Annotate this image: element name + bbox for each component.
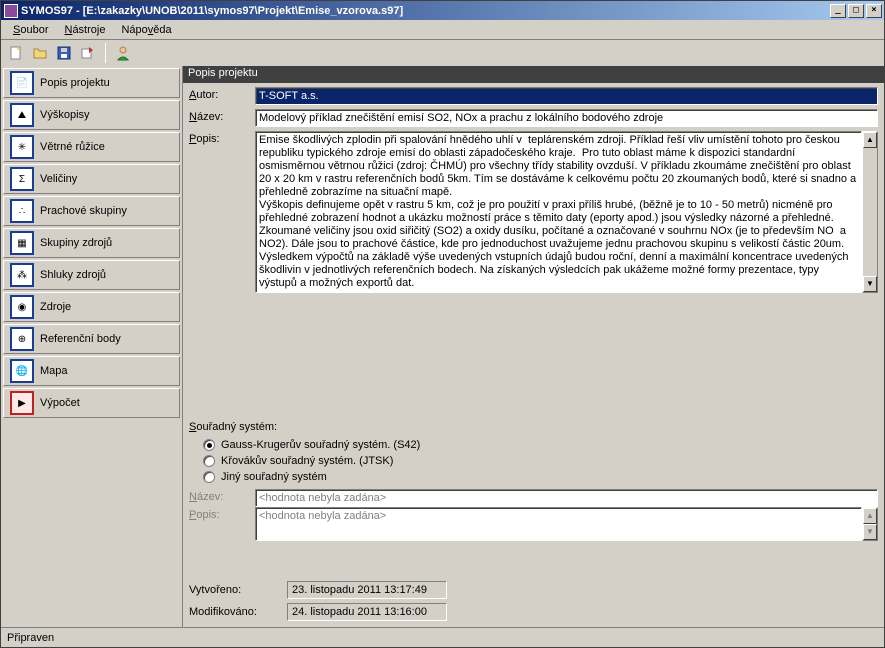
modified-label: Modifikováno: <box>189 606 279 618</box>
sidebar: 📄 Popis projektu ⛰ Výškopisy ✳ Větrné rů… <box>1 66 183 627</box>
author-input[interactable]: T-SOFT a.s. <box>255 87 878 105</box>
windrose-icon: ✳ <box>10 135 34 159</box>
radio-icon <box>203 471 215 483</box>
sidebar-item-popis-projektu[interactable]: 📄 Popis projektu <box>3 68 180 98</box>
terrain-icon: ⛰ <box>10 103 34 127</box>
sidebar-item-label: Shluky zdrojů <box>40 269 106 281</box>
created-value: 23. listopadu 2011 13:17:49 <box>287 581 447 599</box>
sidebar-item-label: Veličiny <box>40 173 77 185</box>
sidebar-item-prachove-skupiny[interactable]: ∴ Prachové skupiny <box>3 196 180 226</box>
radio-label: Křovákův souřadný systém. (JTSK) <box>221 455 393 467</box>
sidebar-item-label: Referenční body <box>40 333 121 345</box>
app-window: SYMOS97 - [E:\zakazky\UNOB\2011\symos97\… <box>0 0 885 648</box>
menu-soubor[interactable]: Soubor <box>5 22 56 38</box>
scroll-down-icon[interactable]: ▼ <box>863 276 877 292</box>
map-icon: 🌐 <box>10 359 34 383</box>
sidebar-item-mapa[interactable]: 🌐 Mapa <box>3 356 180 386</box>
radio-krovak[interactable]: Křovákův souřadný systém. (JTSK) <box>203 453 878 469</box>
sidebar-item-vypocet[interactable]: ▶ Výpočet <box>3 388 180 418</box>
sidebar-item-label: Prachové skupiny <box>40 205 127 217</box>
sidebar-item-referencni-body[interactable]: ⊕ Referenční body <box>3 324 180 354</box>
radio-label: Jiný souřadný systém <box>221 471 327 483</box>
scroll-up-icon[interactable]: ▲ <box>863 132 877 148</box>
coord-desc-label: Popis: <box>189 507 249 521</box>
sidebar-item-vyskopisy[interactable]: ⛰ Výškopisy <box>3 100 180 130</box>
name-label: Název: <box>189 109 249 123</box>
sidebar-item-label: Skupiny zdrojů <box>40 237 112 249</box>
statusbar: Připraven <box>1 627 884 647</box>
sidebar-item-skupiny-zdroju[interactable]: ▦ Skupiny zdrojů <box>3 228 180 258</box>
sidebar-item-shluky-zdroju[interactable]: ⁂ Shluky zdrojů <box>3 260 180 290</box>
coord-group-label: Souřadný systém: <box>189 421 878 433</box>
toolbar-new-icon[interactable] <box>5 42 27 64</box>
menu-napoveda[interactable]: Nápověda <box>113 22 179 38</box>
scroll-up-icon: ▲ <box>863 508 877 524</box>
toolbar-user-icon[interactable] <box>112 42 134 64</box>
modified-value: 24. listopadu 2011 13:16:00 <box>287 603 447 621</box>
sidebar-item-label: Výškopisy <box>40 109 90 121</box>
radio-gauss[interactable]: Gauss-Krugerův souřadný systém. (S42) <box>203 437 878 453</box>
toolbar <box>1 40 884 66</box>
source-groups-icon: ▦ <box>10 231 34 255</box>
menu-nastroje[interactable]: Nástroje <box>56 22 113 38</box>
sidebar-item-veliciny[interactable]: Σ Veličiny <box>3 164 180 194</box>
name-input[interactable]: Modelový příklad znečištění emisí SO2, N… <box>255 109 878 127</box>
toolbar-open-icon[interactable] <box>29 42 51 64</box>
sidebar-item-label: Popis projektu <box>40 77 110 89</box>
sidebar-item-zdroje[interactable]: ◉ Zdroje <box>3 292 180 322</box>
sidebar-item-label: Mapa <box>40 365 68 377</box>
minimize-button[interactable]: _ <box>830 4 846 18</box>
panel-title: Popis projektu <box>183 66 884 83</box>
sidebar-item-vetrne-ruzice[interactable]: ✳ Větrné růžice <box>3 132 180 162</box>
desc-label: Popis: <box>189 131 249 145</box>
refpoints-icon: ⊕ <box>10 327 34 351</box>
app-icon <box>4 4 18 18</box>
coord-name-label: Název: <box>189 489 249 503</box>
radio-icon <box>203 439 215 451</box>
window-title: SYMOS97 - [E:\zakazky\UNOB\2011\symos97\… <box>21 5 830 17</box>
radio-other[interactable]: Jiný souřadný systém <box>203 469 878 485</box>
coord-desc-scrollbar: ▲ ▼ <box>862 507 878 541</box>
source-clusters-icon: ⁂ <box>10 263 34 287</box>
author-label: Autor: <box>189 87 249 101</box>
menubar: Soubor Nástroje Nápověda <box>1 20 884 40</box>
sidebar-item-label: Zdroje <box>40 301 71 313</box>
calculation-icon: ▶ <box>10 391 34 415</box>
created-label: Vytvořeno: <box>189 584 279 596</box>
titlebar: SYMOS97 - [E:\zakazky\UNOB\2011\symos97\… <box>1 1 884 20</box>
document-icon: 📄 <box>10 71 34 95</box>
scroll-down-icon: ▼ <box>863 524 877 540</box>
close-button[interactable]: × <box>866 4 882 18</box>
quantities-icon: Σ <box>10 167 34 191</box>
coord-name-input: <hodnota nebyla zadána> <box>255 489 878 507</box>
toolbar-separator <box>105 43 106 63</box>
radio-label: Gauss-Krugerův souřadný systém. (S42) <box>221 439 420 451</box>
content-pane: Popis projektu Autor: T-SOFT a.s. Název:… <box>183 66 884 627</box>
maximize-button[interactable]: □ <box>848 4 864 18</box>
sidebar-item-label: Výpočet <box>40 397 80 409</box>
radio-icon <box>203 455 215 467</box>
coord-desc-input: <hodnota nebyla zadána> <box>255 507 862 541</box>
sidebar-item-label: Větrné růžice <box>40 141 105 153</box>
desc-textarea[interactable]: Emise škodlivých zplodin při spalování h… <box>255 131 862 293</box>
desc-scrollbar[interactable]: ▲ ▼ <box>862 131 878 293</box>
status-text: Připraven <box>7 632 54 644</box>
toolbar-save-icon[interactable] <box>53 42 75 64</box>
toolbar-export-icon[interactable] <box>77 42 99 64</box>
sources-icon: ◉ <box>10 295 34 319</box>
dust-groups-icon: ∴ <box>10 199 34 223</box>
